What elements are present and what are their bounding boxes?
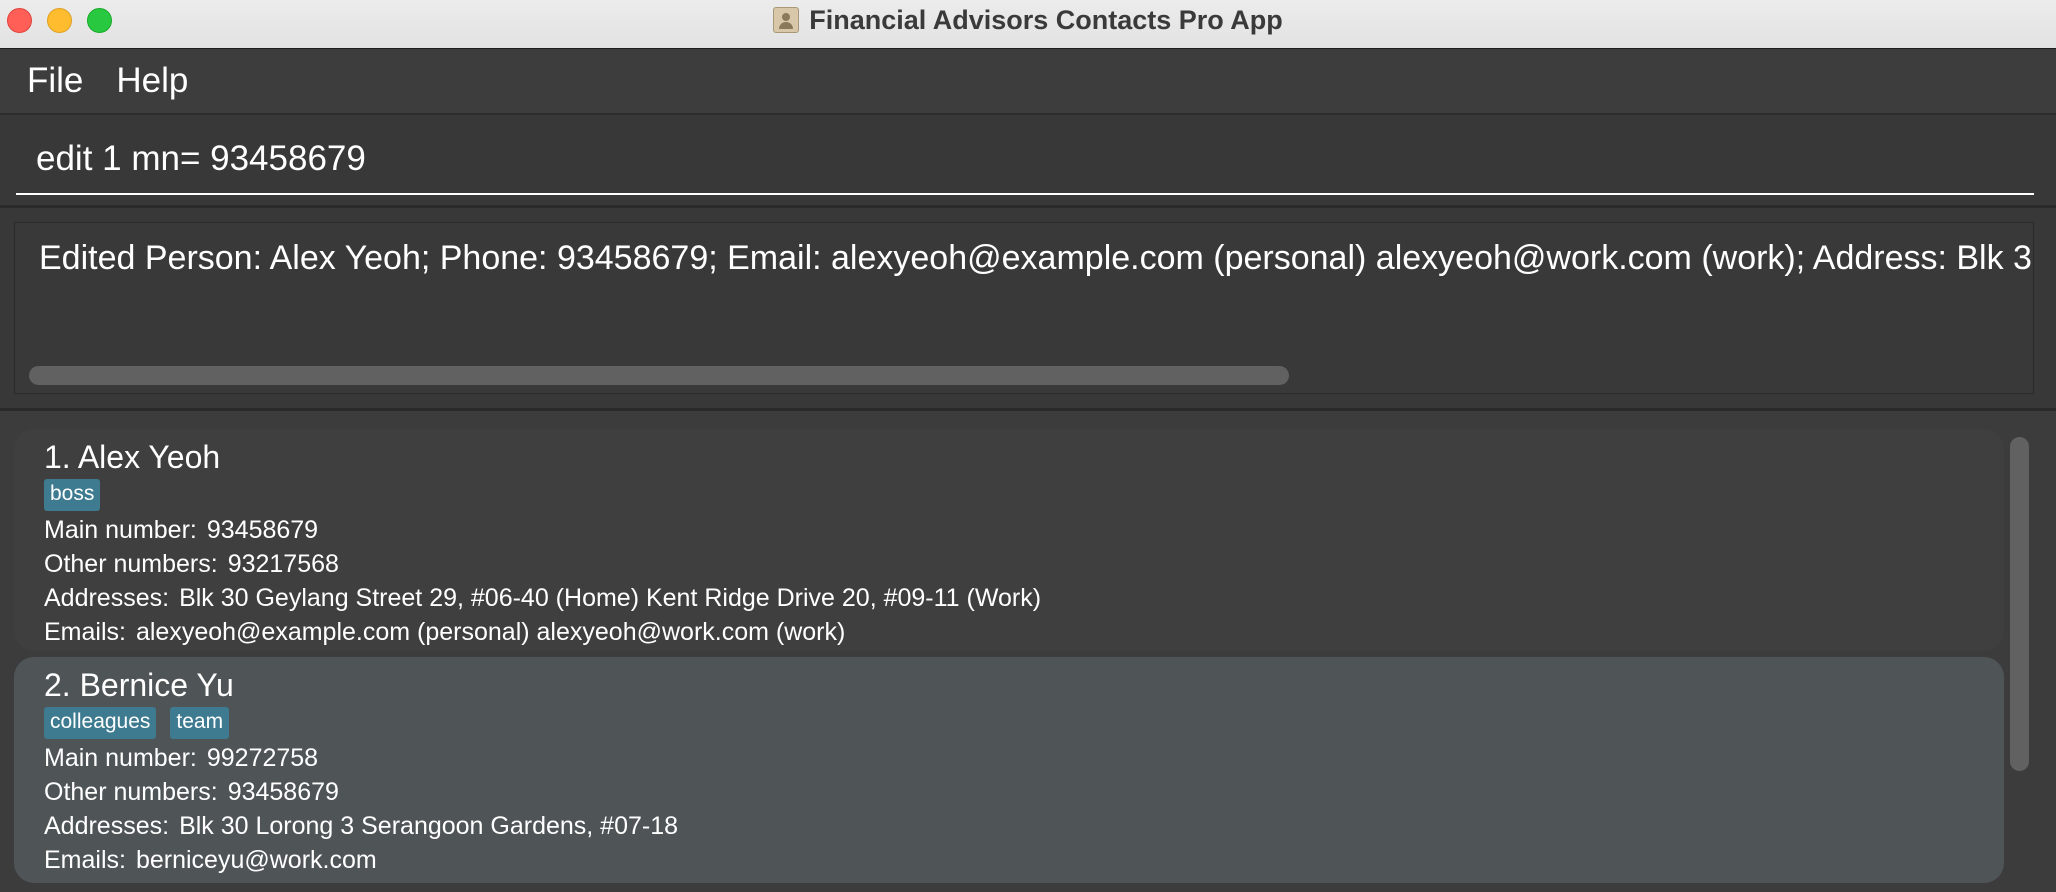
command-input-underline xyxy=(16,193,2034,195)
result-text: Edited Person: Alex Yeoh; Phone: 9345867… xyxy=(39,239,2034,277)
menu-bar: File Help xyxy=(0,49,2056,115)
addresses-label: Addresses: xyxy=(44,584,170,612)
result-horizontal-scrollbar[interactable] xyxy=(29,366,1289,385)
person-card-selected[interactable]: 2. Bernice Yu colleagues team Main numbe… xyxy=(14,657,2004,883)
person-name: 1. Alex Yeoh xyxy=(44,439,221,475)
other-numbers-label: Other numbers: xyxy=(44,778,218,806)
result-display-panel: Edited Person: Alex Yeoh; Phone: 9345867… xyxy=(0,208,2056,411)
title-wrap: Financial Advisors Contacts Pro App xyxy=(0,0,2056,40)
app-window: Financial Advisors Contacts Pro App File… xyxy=(0,0,2056,892)
other-numbers-value: 93458679 xyxy=(227,778,339,806)
tag-list: boss xyxy=(44,479,2004,511)
addresses-value: Blk 30 Lorong 3 Serangoon Gardens, #07-1… xyxy=(179,812,679,840)
tag-list: colleagues team xyxy=(44,707,2004,739)
main-number-value: 99272758 xyxy=(206,744,319,772)
emails-value: berniceyu@work.com xyxy=(135,846,377,874)
menu-help[interactable]: Help xyxy=(103,61,208,101)
address-book-icon xyxy=(773,7,800,33)
other-numbers-value: 93217568 xyxy=(227,550,339,578)
addresses-row: Addresses: Blk 30 Lorong 3 Serangoon Gard… xyxy=(44,809,2004,843)
person-card[interactable]: 1. Alex Yeoh boss Main number: 93458679 O… xyxy=(14,429,2004,651)
title-bar: Financial Advisors Contacts Pro App xyxy=(0,0,2056,49)
person-list: 1. Alex Yeoh boss Main number: 93458679 O… xyxy=(0,411,2056,892)
menu-file[interactable]: File xyxy=(0,61,103,101)
other-numbers-row: Other numbers: 93217568 xyxy=(44,547,2004,581)
result-display[interactable]: Edited Person: Alex Yeoh; Phone: 9345867… xyxy=(14,222,2034,394)
tag: colleagues xyxy=(44,707,157,739)
person-name: 2. Bernice Yu xyxy=(44,667,234,703)
command-box: edit 1 mn= 93458679 xyxy=(0,115,2056,208)
list-vertical-scrollbar[interactable] xyxy=(2010,437,2029,771)
main-number-row: Main number: 93458679 xyxy=(44,513,2004,547)
emails-row: Emails: berniceyu@work.com xyxy=(44,843,2004,877)
tag: boss xyxy=(44,479,101,511)
main-number-label: Main number: xyxy=(44,744,197,772)
command-input[interactable]: edit 1 mn= 93458679 xyxy=(36,139,366,179)
addresses-value: Blk 30 Geylang Street 29, #06-40 (Home) … xyxy=(179,584,1042,612)
window-title: Financial Advisors Contacts Pro App xyxy=(809,4,1283,35)
main-number-value: 93458679 xyxy=(206,516,319,544)
emails-value: alexyeoh@example.com (personal) alexyeoh… xyxy=(135,618,846,646)
main-number-row: Main number: 99272758 xyxy=(44,741,2004,775)
main-number-label: Main number: xyxy=(44,516,197,544)
tag: team xyxy=(170,707,230,739)
emails-label: Emails: xyxy=(44,846,126,874)
other-numbers-row: Other numbers: 93458679 xyxy=(44,775,2004,809)
emails-row: Emails: alexyeoh@example.com (personal) a… xyxy=(44,615,2004,649)
other-numbers-label: Other numbers: xyxy=(44,550,218,578)
addresses-label: Addresses: xyxy=(44,812,170,840)
addresses-row: Addresses: Blk 30 Geylang Street 29, #06-… xyxy=(44,581,2004,615)
emails-label: Emails: xyxy=(44,618,126,646)
